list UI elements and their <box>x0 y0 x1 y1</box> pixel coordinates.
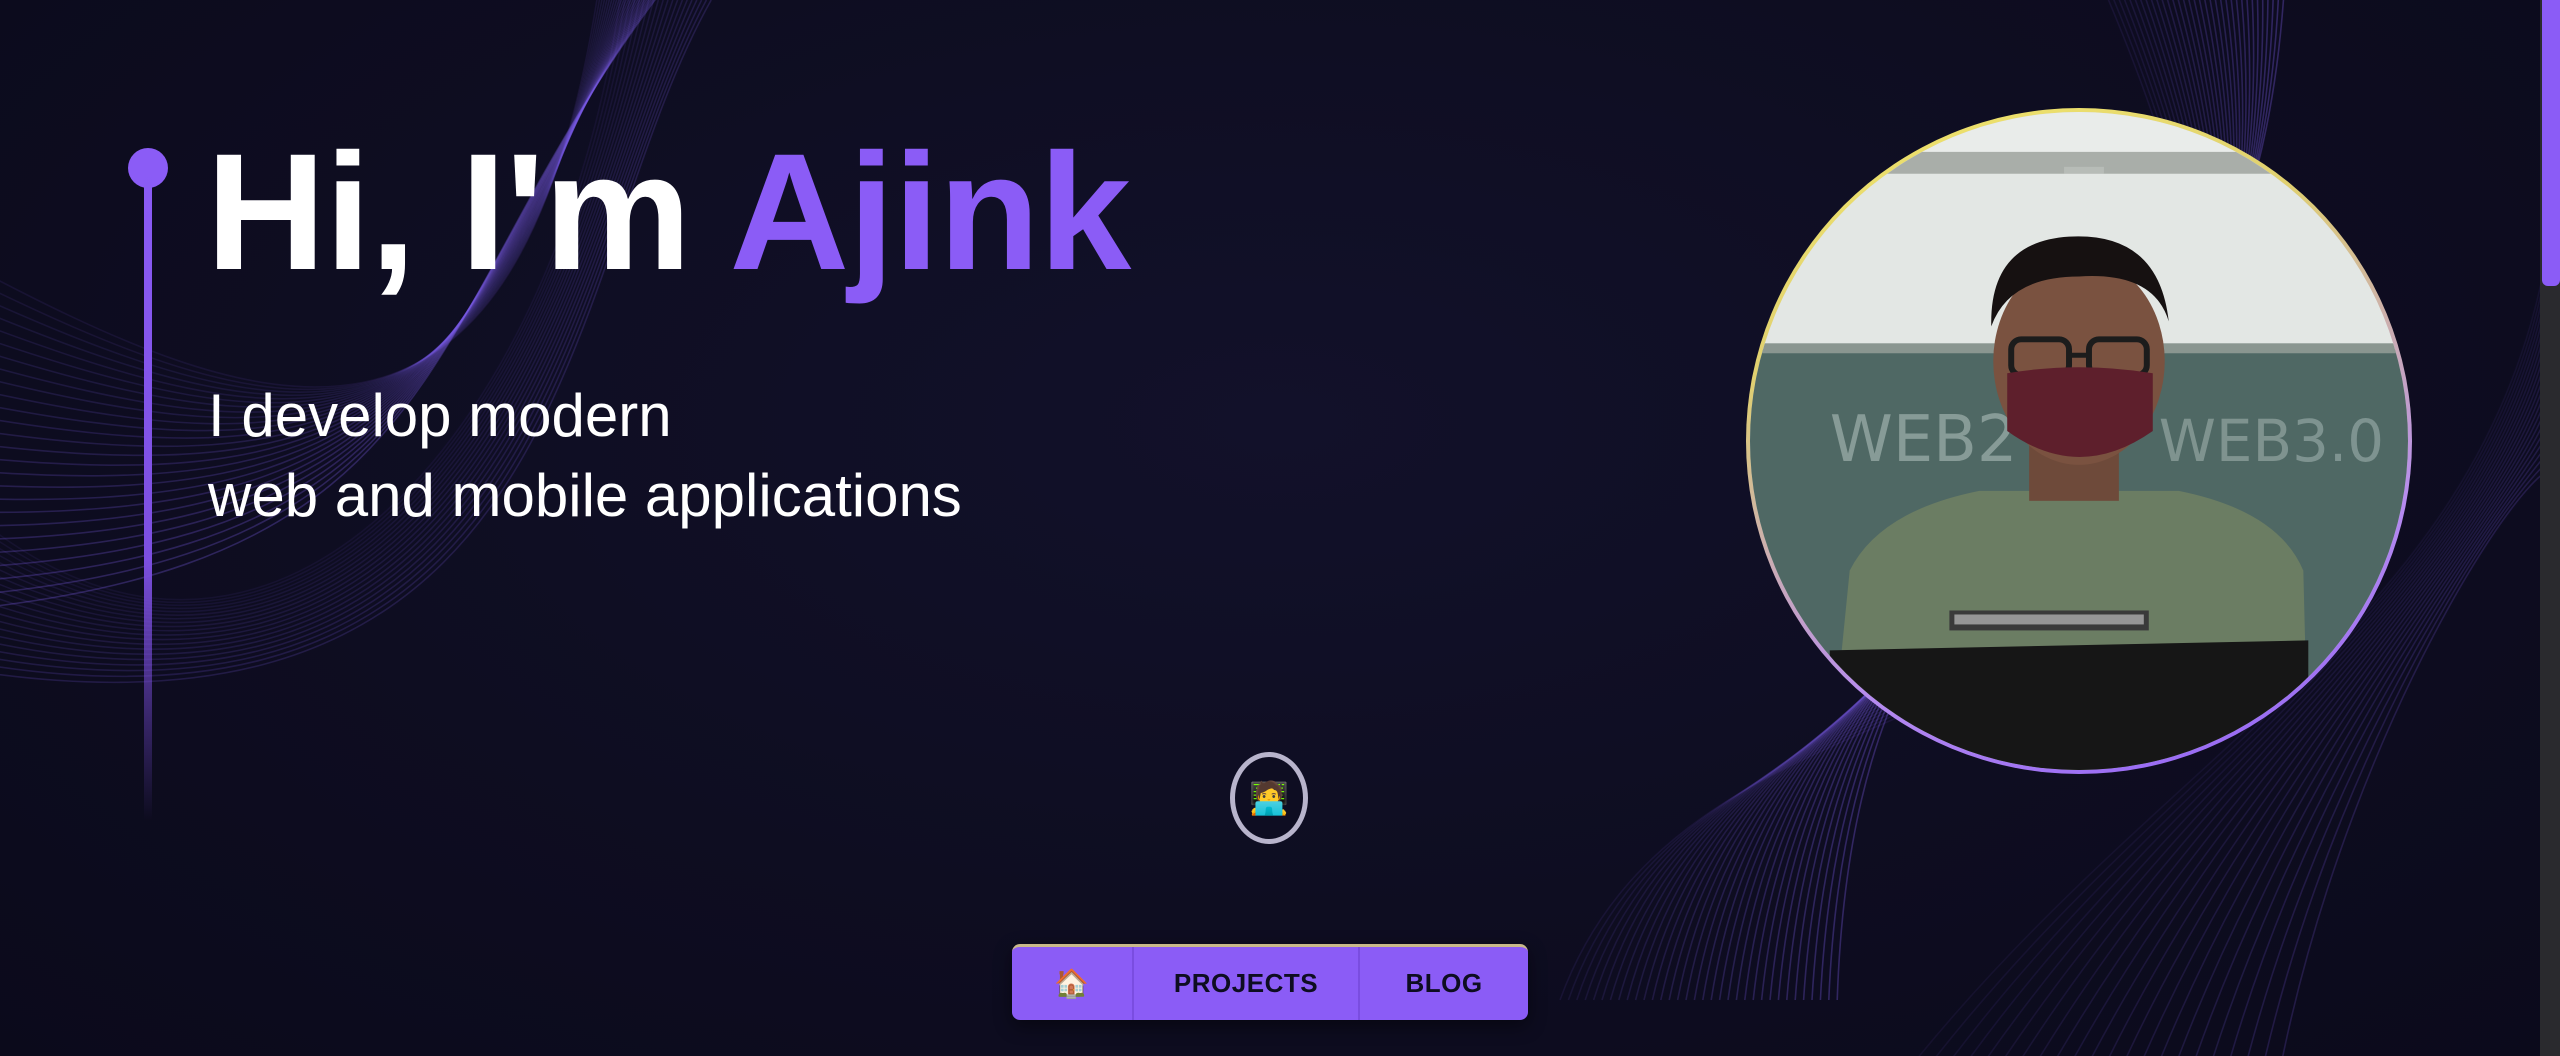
greeting-text: Hi, I'm <box>206 120 730 305</box>
profile-photo: WEB2 WEB3.0 <box>1750 112 2408 770</box>
tagline-line-1: I develop modern <box>208 382 672 449</box>
tagline-line-2: web and mobile applications <box>208 462 962 529</box>
scrollbar-thumb[interactable] <box>2542 0 2560 286</box>
wave-line <box>0 0 669 636</box>
technologist-icon: 🧑‍💻 <box>1249 780 1289 816</box>
bottom-navbar: 🏠 PROJECTS BLOG <box>1012 944 1528 1020</box>
home-icon: 🏠 <box>1054 968 1090 999</box>
hero-name: Ajink <box>729 120 1131 305</box>
nav-home-button[interactable]: 🏠 <box>1012 947 1132 1020</box>
hero-tagline: I develop modern web and mobile applicat… <box>208 376 962 536</box>
wave-line <box>0 0 664 632</box>
technologist-emoji-button[interactable]: 🧑‍💻 <box>1230 752 1308 844</box>
profile-photo-illustration: WEB2 WEB3.0 <box>1750 112 2408 770</box>
timeline-line <box>144 170 152 820</box>
nav-projects-link[interactable]: PROJECTS <box>1132 947 1360 1020</box>
nav-blog-link[interactable]: BLOG <box>1360 947 1528 1020</box>
portrait-frame: WEB2 WEB3.0 <box>1746 108 2412 774</box>
hero-headline: Hi, I'm Ajink <box>206 130 1131 296</box>
svg-text:WEB3.0: WEB3.0 <box>2159 407 2384 475</box>
hero-page: Hi, I'm Ajink I develop modern web and m… <box>0 0 2560 1056</box>
svg-text:WEB2: WEB2 <box>1830 403 2018 477</box>
